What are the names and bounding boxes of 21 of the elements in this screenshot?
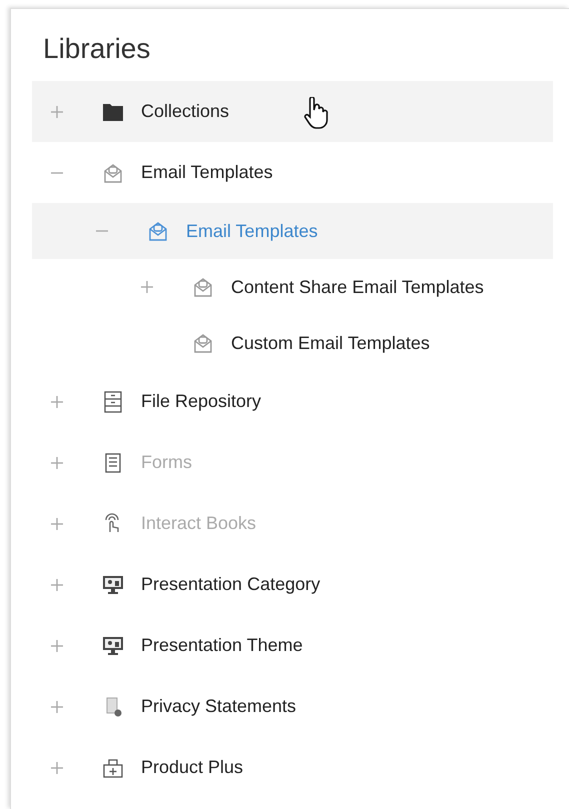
box-icon [101, 756, 125, 778]
tree-item-label[interactable]: Content Share Email Templates [231, 276, 484, 298]
tree-item-label[interactable]: Privacy Statements [141, 696, 296, 717]
hand-cursor-icon [302, 97, 328, 129]
monitor-icon [101, 634, 125, 656]
expand-icon[interactable] [50, 638, 64, 652]
expand-icon[interactable] [50, 700, 64, 714]
expand-icon[interactable] [50, 760, 64, 774]
monitor-icon [101, 574, 125, 596]
tree-item-label[interactable]: Collections [141, 101, 230, 122]
tree-item-label[interactable]: Custom Email Templates [231, 332, 430, 354]
tree-item-label[interactable]: Email Templates [141, 162, 273, 183]
tree-item-label[interactable]: Presentation Category [141, 574, 320, 595]
expand-icon[interactable] [140, 280, 154, 294]
tree-item-label[interactable]: File Repository [141, 391, 262, 412]
tree-item-label[interactable]: Presentation Theme [141, 635, 303, 656]
panel-title: Libraries [43, 33, 152, 65]
expand-icon[interactable] [50, 104, 64, 118]
expand-icon[interactable] [50, 578, 64, 592]
expand-icon[interactable] [50, 394, 64, 408]
tree-item-label[interactable]: Product Plus [141, 757, 244, 778]
